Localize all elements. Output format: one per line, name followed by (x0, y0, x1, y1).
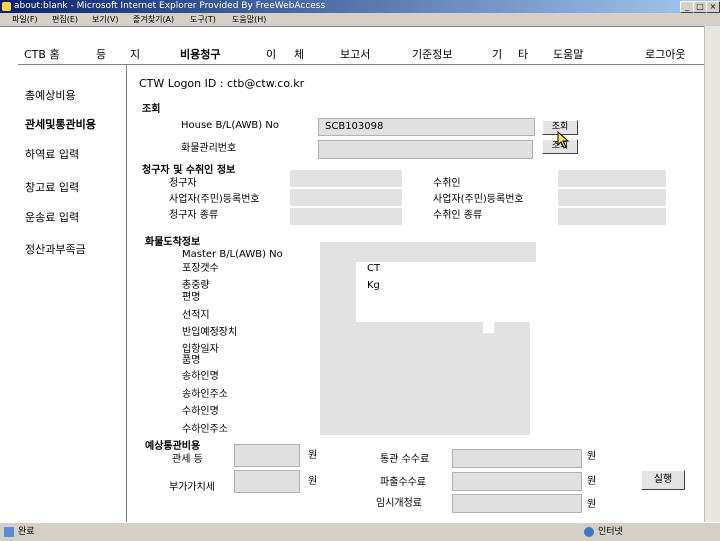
zone-text: 인터넷 (598, 527, 623, 537)
cargo-number-input[interactable] (318, 140, 533, 159)
claimant-regno-value (290, 189, 402, 206)
receiver-type-label: 수취인 종류 (433, 210, 483, 221)
inspection-fee-currency: 원 (587, 476, 597, 487)
shipper-name-label: 송하인명 (182, 371, 219, 382)
window-titlebar: about:blank - Microsoft Internet Explore… (0, 0, 720, 13)
receiver-type-value (558, 208, 666, 225)
nav-master-data[interactable]: 기준정보 (412, 46, 452, 62)
claimant-type-label: 청구자 종류 (169, 210, 219, 221)
nav-ctb-home[interactable]: CTB 홈 (24, 46, 60, 62)
house-bl-label: House B/L(AWB) No (181, 120, 279, 131)
receiver-label: 수취인 (433, 178, 461, 189)
receiver-regno-label: 사업자(주민)등록번호 (433, 194, 524, 205)
package-count-label: 포장갯수 (182, 263, 219, 274)
window-title: about:blank - Microsoft Internet Explore… (14, 1, 326, 11)
unit-ct: CT (367, 263, 381, 274)
sidebar-item-freight-fee[interactable]: 운송료 입력 (25, 209, 79, 225)
consignee-address-label: 수하인주소 (182, 424, 228, 435)
arrival-value-area (320, 322, 530, 435)
costs-section-title: 예상통관비용 (145, 441, 201, 452)
nav-reports[interactable]: 보고서 (340, 46, 370, 62)
inspection-fee-field[interactable] (452, 472, 582, 491)
broker-fee-field[interactable] (452, 449, 582, 468)
claimant-type-value (290, 208, 402, 225)
nav-help[interactable]: 도움말 (553, 46, 583, 62)
parties-section-title: 청구자 및 수취인 정보 (142, 165, 236, 176)
vertical-scrollbar[interactable] (704, 26, 720, 522)
unit-kg: Kg (367, 280, 380, 291)
receiver-regno-value (558, 189, 666, 206)
menu-view[interactable]: 보기(V) (92, 13, 118, 26)
sidebar-item-customs-cost[interactable]: 관세및통관비용 (25, 116, 96, 132)
globe-icon (584, 527, 594, 537)
status-bar: 완료 인터넷 (0, 522, 720, 541)
customs-duty-label: 관세 등 (172, 454, 203, 465)
menu-help[interactable]: 도움말(H) (232, 13, 266, 26)
nav-register-1[interactable]: 등 (96, 46, 106, 62)
close-button[interactable]: × (706, 1, 720, 13)
nav-transfer-2[interactable]: 체 (294, 46, 304, 62)
maximize-button[interactable]: □ (693, 1, 707, 13)
inspection-fee-label: 파출수수료 (380, 477, 426, 488)
flight-label: 편명 (182, 292, 201, 303)
minimize-button[interactable]: _ (680, 1, 694, 13)
claimant-value (290, 170, 402, 187)
sidebar-item-handling-fee[interactable]: 하역료 입력 (25, 146, 79, 162)
shipper-address-label: 송하인주소 (182, 389, 228, 400)
claimant-regno-label: 사업자(주민)등록번호 (169, 194, 260, 205)
vat-field[interactable] (234, 470, 300, 493)
broker-fee-label: 통관 수수료 (380, 454, 430, 465)
temp-opening-fee-label: 임시개청료 (376, 498, 422, 509)
receiver-value (558, 170, 666, 187)
nav-billing[interactable]: 비용청구 (180, 46, 220, 62)
mouse-cursor-icon (557, 131, 570, 149)
cargo-number-label: 화물관리번호 (181, 143, 237, 154)
ie-icon (2, 2, 11, 11)
arrival-value-column (320, 262, 356, 322)
vat-currency: 원 (308, 476, 318, 487)
master-bl-label: Master B/L(AWB) No (182, 249, 283, 260)
loading-port-label: 선적지 (182, 310, 210, 321)
item-name-label: 품명 (182, 355, 201, 366)
search-section-title: 조회 (142, 104, 161, 115)
house-bl-input[interactable]: SCB103098 (318, 118, 535, 136)
sidebar-item-settlement[interactable]: 정산과부족금 (25, 241, 86, 257)
logon-id: CTW Logon ID : ctb@ctw.co.kr (139, 77, 305, 90)
bonded-area-label: 반입예정장치 (182, 327, 238, 338)
menu-tools[interactable]: 도구(T) (190, 13, 216, 26)
menu-edit[interactable]: 편집(E) (52, 13, 78, 26)
master-bl-value (320, 242, 536, 262)
nav-transfer-1[interactable]: 이 (266, 46, 276, 62)
broker-fee-currency: 원 (587, 451, 597, 462)
vat-label: 부가가치세 (169, 482, 215, 493)
consignee-name-label: 수하인명 (182, 406, 219, 417)
nav-logout[interactable]: 로그아웃 (645, 46, 685, 62)
gross-weight-label: 총중량 (182, 280, 210, 291)
sidebar-item-total-estimate[interactable]: 총예상비용 (25, 87, 76, 103)
customs-duty-currency: 원 (308, 450, 318, 461)
menu-favorites[interactable]: 즐겨찾기(A) (133, 13, 174, 26)
temp-opening-fee-currency: 원 (587, 499, 597, 510)
page-icon (4, 527, 14, 537)
sidebar-divider (126, 64, 127, 522)
run-button[interactable]: 실행 (641, 470, 685, 490)
arrival-section-title: 화물도착정보 (145, 237, 201, 248)
claimant-label: 청구자 (169, 178, 197, 189)
customs-duty-field[interactable] (234, 444, 300, 467)
menu-file[interactable]: 파일(F) (12, 13, 38, 26)
status-text: 완료 (18, 527, 35, 537)
nav-divider (18, 64, 704, 65)
nav-register-2[interactable]: 지 (130, 46, 140, 62)
temp-opening-fee-field[interactable] (452, 494, 582, 513)
nav-etc-1[interactable]: 기 (492, 46, 502, 62)
arrival-value-gap (483, 320, 494, 333)
menu-bar: 파일(F) 편집(E) 보기(V) 즐겨찾기(A) 도구(T) 도움말(H) (0, 13, 720, 27)
sidebar-item-storage-fee[interactable]: 창고료 입력 (25, 179, 79, 195)
nav-etc-2[interactable]: 타 (518, 46, 528, 62)
